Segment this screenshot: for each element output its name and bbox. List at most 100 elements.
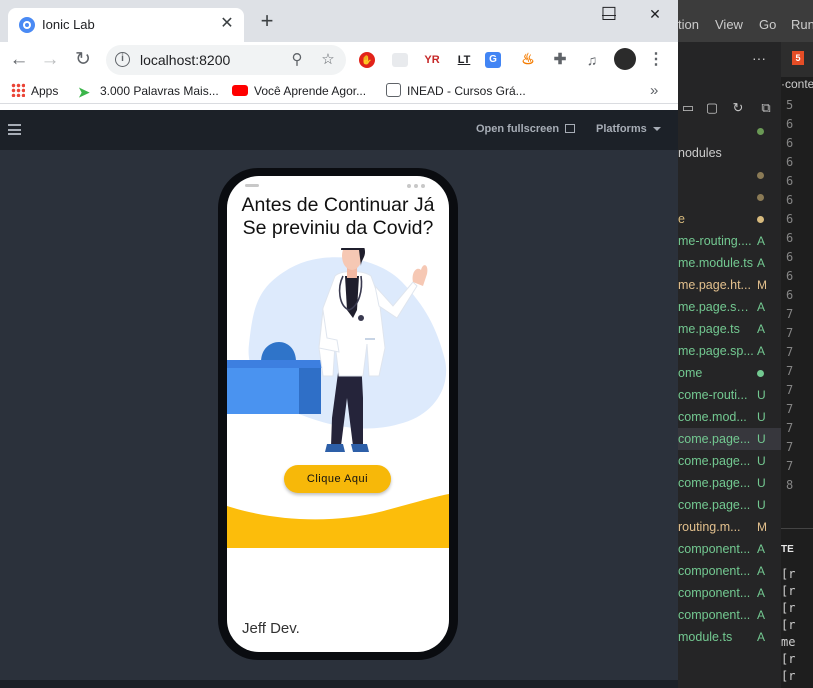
- info-icon[interactable]: i: [115, 52, 130, 67]
- terminal-title[interactable]: TE: [781, 544, 794, 555]
- cast-icon[interactable]: [392, 53, 408, 67]
- profile-avatar[interactable]: [614, 48, 636, 70]
- tab-title: Ionic Lab: [42, 17, 95, 32]
- menu-view[interactable]: View: [715, 17, 743, 32]
- file-row[interactable]: me.page.scss A: [678, 296, 781, 318]
- file-row[interactable]: [678, 120, 781, 142]
- refresh-icon[interactable]: ↻: [730, 100, 746, 116]
- file-name: me.page.ts: [678, 322, 740, 336]
- file-row[interactable]: come.page... U: [678, 450, 781, 472]
- terminal-panel: TE [r [r [r [r me [r [r: [781, 528, 813, 688]
- menu-selection[interactable]: tion: [678, 17, 699, 32]
- editor-breadcrumb[interactable]: ·conte: [781, 77, 813, 91]
- file-row[interactable]: come.mod... U: [678, 406, 781, 428]
- bookmark-star-icon[interactable]: ☆: [319, 51, 337, 69]
- file-row[interactable]: me-routing.... A: [678, 230, 781, 252]
- new-file-icon[interactable]: ▭: [680, 100, 696, 116]
- platforms-dropdown[interactable]: Platforms: [596, 123, 661, 135]
- html5-icon[interactable]: 5: [792, 51, 804, 65]
- menu-icon[interactable]: [8, 124, 21, 135]
- stethoscope-bell: [358, 315, 364, 321]
- bookmark-inead[interactable]: INEAD - Cursos Grá...: [386, 82, 526, 100]
- new-folder-icon[interactable]: ▢: [704, 100, 720, 116]
- clique-aqui-button[interactable]: Clique Aqui: [284, 465, 391, 493]
- line-number: 6: [786, 136, 794, 150]
- file-row[interactable]: e: [678, 208, 781, 230]
- app-title-line2: Se previniu da Covid?: [242, 217, 434, 239]
- file-name: come.page...: [678, 454, 751, 468]
- file-name: module.ts: [678, 630, 733, 644]
- bookmark-youtube[interactable]: Você Aprende Agor...: [232, 82, 366, 100]
- address-bar[interactable]: i localhost:8200 ⚲ ☆: [106, 45, 346, 75]
- translate-icon[interactable]: G: [485, 52, 501, 68]
- media-queue-icon[interactable]: ♫: [582, 50, 602, 70]
- tab-close-icon[interactable]: ✕: [218, 15, 236, 33]
- terminal-line: [r: [781, 652, 796, 666]
- file-row[interactable]: me.page.ht... M: [678, 274, 781, 296]
- lt-extension-icon[interactable]: LT: [454, 50, 474, 70]
- menu-go[interactable]: Go: [759, 17, 776, 32]
- open-fullscreen-link[interactable]: Open fullscreen: [476, 123, 576, 135]
- git-status-badge: U: [757, 476, 766, 490]
- file-row[interactable]: come.page... U: [678, 472, 781, 494]
- menu-run[interactable]: Run: [791, 17, 813, 32]
- bookmark-palavras[interactable]: ➤ 3.000 Palavras Mais...: [78, 82, 219, 100]
- reload-icon[interactable]: ↻: [71, 48, 95, 72]
- git-status-badge: A: [757, 564, 766, 578]
- file-name: e: [678, 212, 685, 226]
- file-row[interactable]: come.page... U: [678, 494, 781, 516]
- file-row[interactable]: component... A: [678, 604, 781, 626]
- maximize-button[interactable]: ☐: [594, 4, 624, 24]
- line-number: 8: [786, 478, 794, 492]
- file-row[interactable]: [678, 186, 781, 208]
- footer-credit: Jeff Dev.: [242, 620, 300, 637]
- file-row[interactable]: me.page.sp... A: [678, 340, 781, 362]
- explorer-more-icon[interactable]: ···: [752, 50, 766, 66]
- bookmarks-bar: Apps ➤ 3.000 Palavras Mais... Você Aprend…: [0, 78, 678, 104]
- bookmark-apps[interactable]: Apps: [11, 82, 58, 100]
- browser-menu-icon[interactable]: ⋮: [646, 50, 666, 70]
- line-number: 7: [786, 459, 794, 473]
- file-name: component...: [678, 586, 751, 600]
- file-row[interactable]: me.page.ts A: [678, 318, 781, 340]
- file-row[interactable]: come-routi... U: [678, 384, 781, 406]
- adblock-icon[interactable]: ✋: [359, 52, 375, 68]
- file-row[interactable]: routing.m... M: [678, 516, 781, 538]
- browser-window: Ionic Lab ✕ + — ☐ ✕ ← → ↻ i localhost:82…: [0, 0, 678, 688]
- git-status-badge: A: [757, 608, 766, 622]
- file-name: nodules: [678, 146, 722, 160]
- extensions-puzzle-icon[interactable]: ✚: [550, 50, 570, 70]
- bookmarks-overflow-icon[interactable]: »: [650, 82, 658, 100]
- desk-side: [299, 368, 321, 414]
- back-icon[interactable]: ←: [7, 48, 31, 72]
- file-row[interactable]: ome: [678, 362, 781, 384]
- file-row[interactable]: come.page... U: [678, 428, 781, 450]
- git-status-badge: A: [757, 234, 766, 248]
- file-row[interactable]: me.module.ts A: [678, 252, 781, 274]
- coat-pocket: [365, 338, 375, 340]
- browser-tab[interactable]: Ionic Lab ✕: [8, 8, 244, 42]
- file-row[interactable]: component... A: [678, 582, 781, 604]
- file-row[interactable]: nodules: [678, 142, 781, 164]
- collapse-all-icon[interactable]: ⧉: [758, 100, 774, 116]
- close-window-button[interactable]: ✕: [640, 4, 670, 24]
- file-row[interactable]: [678, 164, 781, 186]
- line-number: 5: [786, 98, 794, 112]
- zoom-icon[interactable]: ⚲: [288, 51, 306, 69]
- code-editor: tion View Go Run ··· ▭ ▢ ↻ ⧉ nodules e me-…: [678, 0, 813, 688]
- git-status-badge: U: [757, 410, 766, 424]
- platforms-label: Platforms: [596, 123, 647, 135]
- file-row[interactable]: component... A: [678, 538, 781, 560]
- editor-menubar: tion View Go Run: [678, 0, 813, 42]
- file-row[interactable]: component... A: [678, 560, 781, 582]
- fire-extension-icon[interactable]: ♨: [518, 50, 538, 70]
- yr-extension-icon[interactable]: YR: [422, 50, 442, 70]
- lab-header: Open fullscreen Platforms: [0, 110, 678, 150]
- address-url[interactable]: localhost:8200: [140, 52, 230, 68]
- terminal-line: [r: [781, 584, 796, 598]
- forward-icon[interactable]: →: [38, 48, 62, 72]
- git-status-badge: U: [757, 454, 766, 468]
- file-row[interactable]: module.ts A: [678, 626, 781, 648]
- editor-tab-bar: 5: [781, 42, 813, 77]
- new-tab-button[interactable]: +: [255, 10, 279, 34]
